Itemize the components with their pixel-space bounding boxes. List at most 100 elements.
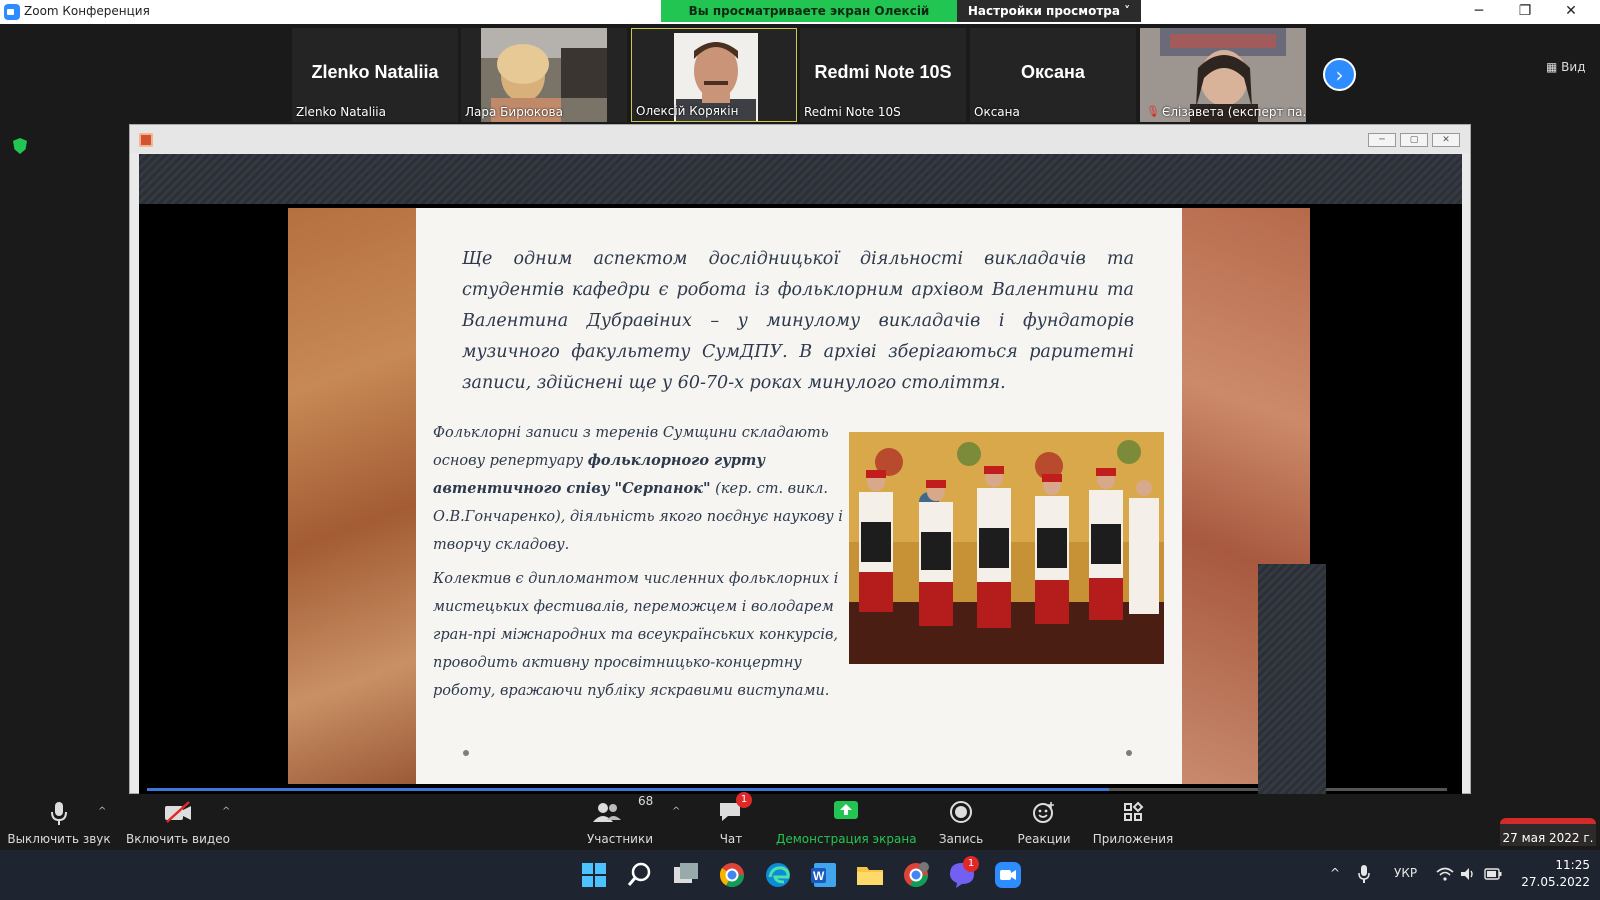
slideshow-close-icon: ✕: [1432, 133, 1460, 147]
meeting-toolbar: Выключить звук ^ Включить видео ^ 68 Уча…: [0, 792, 1600, 850]
windows-taskbar: W 1 ^ УКР 11:25 27.05.2022: [0, 850, 1600, 900]
participant-name: Олексій Корякін: [636, 104, 739, 118]
stage-top-band: [139, 154, 1462, 204]
participant-name: Оксана: [974, 105, 1020, 119]
participants-strip: Zlenko Nataliia Zlenko Nataliia Лара Бир…: [0, 24, 1600, 124]
apps-label: Приложения: [1092, 832, 1174, 846]
slide-page: Ще одним аспектом дослідницької діяльнос…: [416, 208, 1182, 784]
restore-button[interactable]: ❐: [1502, 0, 1548, 24]
participant-display-name: Zlenko Nataliia: [311, 62, 439, 82]
record-icon: [950, 801, 972, 823]
chevron-right-icon: ›: [1335, 63, 1344, 87]
system-clock[interactable]: 11:25 27.05.2022: [1512, 857, 1590, 891]
windows-start-icon[interactable]: [578, 859, 610, 891]
mic-muted-icon: 🎙︎: [1146, 105, 1160, 118]
participants-count: 68: [638, 794, 654, 808]
task-view-icon[interactable]: [670, 859, 702, 891]
zoom-app-icon: [4, 4, 20, 20]
slideshow-restore-icon: ▢: [1400, 133, 1428, 147]
window-title: Zoom Конференция: [24, 4, 150, 18]
close-button[interactable]: ✕: [1548, 0, 1594, 24]
microphone-icon: [51, 802, 67, 825]
reactions-button[interactable]: Реакции: [1010, 794, 1078, 850]
start-video-button[interactable]: Включить видео: [122, 794, 234, 850]
word-icon[interactable]: W: [808, 859, 840, 891]
share-screen-label: Демонстрация экрана: [776, 832, 917, 846]
participant-display-name: Redmi Note 10S: [814, 62, 952, 82]
edge-icon[interactable]: [762, 859, 794, 891]
wifi-icon[interactable]: [1436, 867, 1454, 881]
share-screen-button[interactable]: Демонстрация экрана: [776, 794, 917, 850]
powerpoint-icon: [139, 133, 153, 147]
reactions-icon: [1033, 802, 1054, 823]
participant-tile-active[interactable]: Олексій Корякін: [631, 28, 797, 122]
zoom-window: Zoom Конференция Вы просматриваете экран…: [0, 0, 1600, 900]
svg-text:W: W: [813, 869, 825, 883]
reactions-label: Реакции: [1017, 832, 1071, 846]
tray-overflow-icon[interactable]: ^: [1330, 866, 1340, 880]
encryption-shield-icon[interactable]: [13, 138, 27, 154]
clock-time: 11:25: [1555, 858, 1590, 872]
chat-unread-badge: 1: [736, 792, 752, 808]
view-options-button[interactable]: Настройки просмотра ˅: [957, 0, 1141, 22]
tray-microphone-icon[interactable]: [1358, 864, 1370, 884]
participant-tile[interactable]: Оксана Оксана: [970, 28, 1136, 122]
minimize-button[interactable]: ─: [1456, 0, 1502, 24]
participant-tile[interactable]: 🎙︎ Єлізавета (експерт па...: [1140, 28, 1306, 122]
view-button-label: Вид: [1561, 60, 1586, 74]
viber-unread-badge: 1: [963, 856, 979, 872]
participant-tile[interactable]: Redmi Note 10S Redmi Note 10S: [800, 28, 966, 122]
file-explorer-icon[interactable]: [854, 859, 886, 891]
chevron-down-icon: ˅: [1124, 4, 1131, 18]
apps-button[interactable]: Приложения: [1088, 794, 1178, 850]
slide-dot: [1126, 750, 1132, 756]
participants-icon: [593, 803, 621, 822]
chrome-profile-icon[interactable]: [900, 859, 932, 891]
chat-label: Чат: [719, 832, 743, 846]
apps-icon: [1124, 801, 1144, 821]
participants-label: Участники: [586, 832, 654, 846]
folk-ensemble-photo: [849, 432, 1164, 664]
viewing-share-banner: Вы просматриваете экран Олексій Корякін: [661, 0, 957, 40]
slide-intro-text: Ще одним аспектом дослідницької діяльнос…: [462, 249, 1134, 393]
title-bar: Zoom Конференция Вы просматриваете экран…: [0, 0, 1600, 40]
keyboard-language[interactable]: УКР: [1394, 866, 1417, 880]
clock-date: 27.05.2022: [1521, 875, 1590, 889]
participant-tile[interactable]: Лара Бирюкова: [461, 28, 627, 122]
video-options-caret[interactable]: ^: [222, 806, 230, 817]
chrome-icon[interactable]: [716, 859, 748, 891]
slideshow-titlebar: ─ ▢ ✕: [130, 125, 1470, 153]
mute-label: Выключить звук: [7, 832, 111, 846]
date-notification: 27 мая 2022 г.: [1500, 818, 1596, 846]
volume-icon[interactable]: [1460, 867, 1476, 881]
slide-paragraph-2: Колектив є дипломантом численних фолькло…: [433, 571, 839, 699]
presentation-slide: Ще одним аспектом дослідницької діяльнос…: [288, 208, 1310, 784]
participants-button[interactable]: 68 Участники: [582, 794, 658, 850]
overlay-strip: [1258, 564, 1326, 794]
zoom-taskbar-icon[interactable]: [992, 859, 1024, 891]
video-off-icon: [165, 801, 191, 823]
search-icon[interactable]: [624, 859, 656, 891]
battery-icon[interactable]: [1484, 868, 1502, 880]
slideshow-minimize-icon: ─: [1368, 133, 1396, 147]
slideshow-progress-bar[interactable]: [147, 788, 1447, 791]
participant-tile[interactable]: Zlenko Nataliia Zlenko Nataliia: [292, 28, 458, 122]
audio-options-caret[interactable]: ^: [98, 806, 106, 817]
mute-button[interactable]: Выключить звук: [4, 794, 114, 850]
share-screen-icon: [834, 801, 858, 819]
participant-name: Redmi Note 10S: [804, 105, 901, 119]
next-participants-button[interactable]: ›: [1323, 58, 1356, 91]
view-options-label: Настройки просмотра: [967, 4, 1120, 18]
participant-name: Лара Бирюкова: [465, 105, 563, 119]
chat-button[interactable]: 1 Чат: [708, 792, 754, 850]
participants-options-caret[interactable]: ^: [672, 806, 680, 817]
record-button[interactable]: Запись: [930, 794, 992, 850]
slide-paragraph-1: Фольклорні записи з теренів Сумщини скла…: [433, 419, 853, 559]
slide-dot: [463, 750, 469, 756]
slide-body-text: Фольклорні записи з теренів Сумщини скла…: [433, 419, 853, 705]
progress-fill: [147, 788, 1109, 791]
participant-name: Zlenko Nataliia: [296, 105, 386, 119]
grid-view-icon: ▦: [1546, 60, 1558, 74]
view-button[interactable]: ▦ Вид: [1546, 60, 1586, 74]
participant-display-name: Оксана: [1021, 62, 1085, 82]
